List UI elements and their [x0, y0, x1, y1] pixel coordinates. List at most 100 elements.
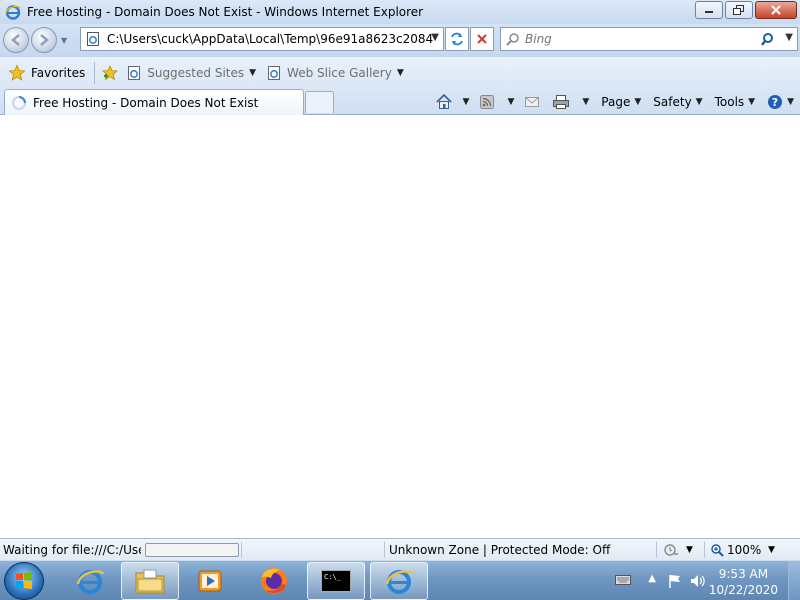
feeds-button[interactable]: ▼ [479, 94, 514, 110]
page-content[interactable] [0, 116, 800, 538]
taskbar-firefox[interactable] [245, 562, 303, 600]
chevron-down-icon[interactable]: ▼ [463, 97, 470, 107]
ie-page-icon [128, 65, 141, 80]
address-bar[interactable]: C:\Users\cuck\AppData\Local\Temp\96e91a8… [80, 27, 444, 51]
chevron-down-icon: ▼ [396, 67, 404, 78]
windows-logo-icon [16, 572, 32, 589]
chevron-down-icon: ▼ [695, 97, 703, 107]
chevron-down-icon[interactable]: ▼ [686, 545, 693, 555]
page-menu[interactable]: Page ▼ [601, 95, 641, 109]
taskbar-windows-explorer[interactable] [121, 562, 179, 600]
page-icon [87, 32, 99, 46]
page-menu-label: Page [601, 95, 631, 109]
search-input[interactable] [525, 32, 765, 46]
chevron-down-icon[interactable]: ▼ [582, 97, 589, 107]
action-center-flag-icon[interactable] [667, 573, 683, 589]
firefox-icon [261, 568, 287, 594]
search-icon[interactable] [761, 32, 777, 48]
clock-time: 9:53 AM [718, 567, 769, 581]
refresh-button[interactable] [445, 27, 469, 51]
favorites-label: Favorites [31, 65, 86, 80]
search-provider-icon [506, 33, 519, 46]
show-desktop-button[interactable] [788, 561, 800, 600]
stop-button[interactable] [470, 27, 494, 51]
favorites-bar: Favorites Suggested Sites ▼ Web Slice Ga… [0, 56, 800, 88]
folder-icon [135, 569, 165, 594]
window-controls [693, 1, 797, 19]
status-bar: Waiting for file:///C:/Users Unknown Zon… [0, 538, 800, 560]
status-text: Waiting for file:///C:/Users [3, 543, 141, 557]
ie-page-icon [268, 65, 281, 80]
favorites-star-icon [8, 64, 26, 81]
zoom-dropdown-icon[interactable]: ▼ [768, 545, 775, 555]
address-dropdown-icon[interactable]: ▼ [431, 32, 439, 43]
taskbar-media-player[interactable] [181, 562, 239, 600]
home-icon [435, 93, 452, 109]
show-hidden-icons-button[interactable]: ▲ [648, 573, 656, 584]
security-zone-text[interactable]: Unknown Zone | Protected Mode: Off [389, 543, 610, 557]
clock-date: 10/22/2020 [708, 583, 778, 597]
command-prompt-icon: C:\_ [321, 570, 351, 592]
media-player-icon [198, 570, 222, 592]
help-icon: ? [768, 95, 783, 109]
status-separator [656, 542, 657, 558]
zoom-control[interactable]: 100% [710, 543, 761, 557]
search-options-dropdown-icon[interactable]: ▼ [785, 32, 793, 43]
printer-icon [553, 95, 570, 109]
address-url[interactable]: C:\Users\cuck\AppData\Local\Temp\96e91a8… [107, 32, 433, 46]
zoom-level: 100% [727, 543, 762, 557]
mail-icon [525, 97, 540, 107]
chevron-down-icon: ▼ [787, 97, 794, 107]
chevron-down-icon[interactable]: ▼ [507, 97, 514, 107]
safety-menu[interactable]: Safety ▼ [653, 95, 702, 109]
safety-menu-label: Safety [653, 95, 692, 109]
volume-icon[interactable] [689, 573, 707, 589]
print-button[interactable]: ▼ [552, 94, 589, 110]
navigation-bar: ▼ C:\Users\cuck\AppData\Local\Temp\96e91… [0, 24, 800, 56]
tab-free-hosting[interactable]: Free Hosting - Domain Does Not Exist [4, 89, 304, 115]
forward-button[interactable] [31, 27, 57, 53]
tools-menu-label: Tools [714, 95, 745, 109]
window-title: Free Hosting - Domain Does Not Exist - W… [27, 5, 424, 19]
status-separator [704, 542, 705, 558]
web-slice-gallery-button[interactable]: Web Slice Gallery ▼ [261, 61, 409, 85]
taskbar-internet-explorer[interactable] [61, 562, 119, 600]
taskbar: C:\_ ▲ 9:53 AM 10/22/2020 [0, 560, 800, 600]
internet-explorer-icon [5, 5, 21, 20]
suggested-sites-label: Suggested Sites [147, 65, 245, 80]
home-button[interactable]: ▼ [435, 93, 470, 111]
keyboard-icon[interactable] [615, 574, 631, 586]
window-title-bar[interactable]: Free Hosting - Domain Does Not Exist - W… [0, 0, 800, 24]
tools-menu[interactable]: Tools ▼ [715, 95, 755, 109]
read-mail-button[interactable] [524, 95, 540, 109]
tab-label: Free Hosting - Domain Does Not Exist [33, 95, 259, 110]
tab-row: Free Hosting - Domain Does Not Exist ▼ ▼ [0, 88, 800, 115]
add-to-favorites-bar-button[interactable] [99, 61, 121, 85]
favorites-button[interactable]: Favorites [3, 61, 90, 85]
minimize-button[interactable] [695, 1, 723, 19]
progress-bar [145, 543, 239, 557]
minimize-icon [705, 11, 713, 13]
internet-explorer-icon [76, 570, 105, 594]
restore-button[interactable] [725, 1, 753, 19]
new-tab-button[interactable] [305, 91, 334, 113]
search-box[interactable]: ▼ [500, 27, 798, 51]
help-menu[interactable]: ? ▼ [767, 94, 794, 110]
suggested-sites-button[interactable]: Suggested Sites ▼ [121, 61, 261, 85]
clock[interactable]: 9:53 AM 10/22/2020 [709, 566, 778, 598]
refresh-icon [451, 32, 463, 46]
start-button[interactable] [4, 562, 44, 600]
chevron-down-icon: ▼ [748, 97, 756, 107]
popup-blocker-icon[interactable] [662, 542, 680, 558]
restore-icon [733, 5, 744, 15]
taskbar-command-prompt[interactable]: C:\_ [307, 562, 365, 600]
cmd-glyph: C:\_ [324, 573, 341, 581]
close-button[interactable] [755, 1, 797, 19]
zoom-icon [711, 544, 724, 557]
recent-pages-dropdown[interactable]: ▼ [61, 36, 67, 45]
chevron-down-icon: ▼ [249, 67, 257, 78]
taskbar-internet-explorer-window[interactable] [370, 562, 428, 600]
chevron-down-icon: ▼ [634, 97, 642, 107]
back-button[interactable] [3, 27, 29, 53]
forward-arrow-icon [40, 34, 49, 46]
